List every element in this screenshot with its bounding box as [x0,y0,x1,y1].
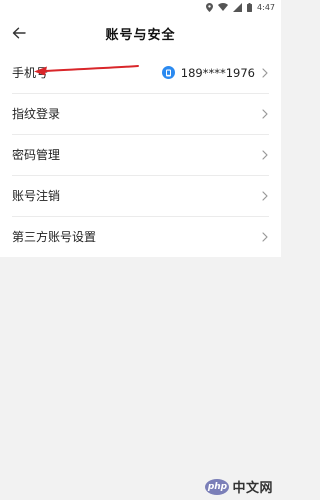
chevron-right-icon [261,108,269,120]
phone-number-label: 手机号 [12,66,49,80]
account-cancellation-row[interactable]: 账号注销 [0,175,281,216]
fingerprint-login-label: 指纹登录 [12,107,61,121]
password-management-label: 密码管理 [12,148,61,162]
back-arrow-icon [12,24,26,43]
battery-icon [247,2,253,12]
settings-list: 手机号 189****1976 指纹登录 密码管理 账号注销 第三方账号设置 [0,52,281,257]
password-management-row[interactable]: 密码管理 [0,134,281,175]
wifi-icon [218,3,229,11]
third-party-accounts-row[interactable]: 第三方账号设置 [0,216,281,257]
status-bar: 4:47 [0,0,281,14]
fingerprint-login-row[interactable]: 指纹登录 [0,93,281,134]
watermark-text: 中文网 [232,481,273,496]
phone-number-row[interactable]: 手机号 189****1976 [0,52,281,93]
page-title: 账号与安全 [105,27,176,43]
signal-icon [233,2,243,12]
phone-number-value: 189****1976 [180,65,255,80]
phone-shield-icon [161,66,175,79]
back-button[interactable] [8,22,30,44]
status-time: 4:47 [257,2,275,12]
location-icon [206,2,214,12]
watermark: php 中文网 [205,477,273,496]
chevron-right-icon [261,231,269,243]
phone-number-right: 189****1976 [161,65,269,80]
third-party-accounts-label: 第三方账号设置 [12,230,97,244]
php-logo-icon: php [205,478,230,495]
account-cancellation-label: 账号注销 [12,189,61,203]
app-bar: 账号与安全 [0,14,281,52]
chevron-right-icon [261,149,269,161]
chevron-right-icon [261,190,269,202]
chevron-right-icon [261,67,269,79]
